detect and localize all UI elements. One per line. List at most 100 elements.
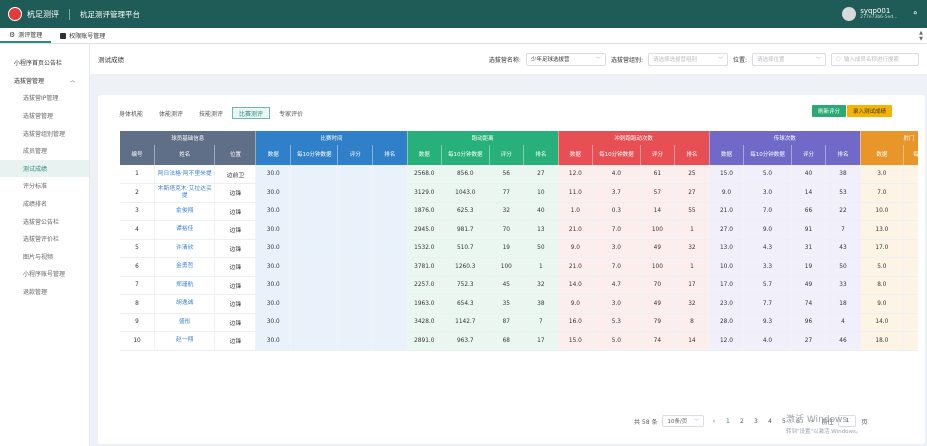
player-name-link[interactable]: 阿日法格·阿不里米提 xyxy=(154,165,216,184)
total-count: 共 58 条 xyxy=(634,418,658,426)
avatar[interactable] xyxy=(842,7,857,21)
sidebar-item-camp-groups[interactable]: 选拔营组别管理 xyxy=(0,124,89,142)
table-cell: 1 xyxy=(674,257,710,277)
player-name-link[interactable]: 盛彤 xyxy=(154,313,216,332)
group-header: 跑动距离 xyxy=(407,131,559,145)
tab-assessment[interactable]: ⚙ 测评管理 xyxy=(0,28,52,43)
sidebar-item-camp-ip[interactable]: 选拔营IP管理 xyxy=(0,89,89,107)
table-row[interactable]: 1 阿日法格·阿不里米提 边前卫 30.0 2568.0 856.0 56 27 12.0 4.0… xyxy=(120,165,918,184)
page-2-button[interactable]: 2 xyxy=(737,418,746,425)
table-cell xyxy=(372,183,408,203)
player-name-link[interactable]: 金勇哲 xyxy=(154,257,216,277)
table-cell: 7.0 xyxy=(860,183,904,203)
table-cell: 1 xyxy=(674,220,710,240)
table-cell xyxy=(372,239,408,258)
table-cell: 边锋 xyxy=(214,183,257,203)
position-select[interactable]: 请选择位置 ﹀ xyxy=(752,52,826,66)
refresh-score-button[interactable]: 刷新评分 xyxy=(812,105,847,117)
camp-select-value: 少年足球选拔营 xyxy=(530,57,570,63)
table-row[interactable]: 9 盛彤 边锋 30.0 3428.0 1142.7 87 7 16.0 5.3 79 8 28.0 9.… xyxy=(120,313,918,332)
table-cell: 10.0 xyxy=(709,257,745,277)
table-cell: 32 xyxy=(674,239,710,258)
player-name-link[interactable]: 俞俊翔 xyxy=(154,202,216,221)
sidebar-item-notice[interactable]: 小程序首页公告栏 xyxy=(0,54,89,72)
tab-label: 技能测评 xyxy=(199,110,224,118)
sidebar-item-camp-notice[interactable]: 选拔营公告栏 xyxy=(0,212,89,230)
sidebar-item-camp[interactable]: 选拔营管理 xyxy=(0,107,89,125)
tab-accounts[interactable]: 权限账号管理 xyxy=(51,28,114,43)
import-scores-button[interactable]: 录入测试成绩 xyxy=(847,105,893,117)
sidebar-item-label: 评分标准 xyxy=(23,183,48,191)
page-1-button[interactable]: 1 xyxy=(723,418,732,425)
table-cell: 1142.7 xyxy=(441,313,490,332)
table-row[interactable]: 5 许清欣 边锋 30.0 1532.0 510.7 19 50 9.0 3.0 49 32 13.0 4… xyxy=(120,239,918,258)
table-cell: 46 xyxy=(825,331,861,351)
table-row[interactable]: 10 赵一翔 边锋 30.0 2891.0 963.7 68 17 15.0 5.0 74 14 12.… xyxy=(120,331,918,351)
page-4-button[interactable]: 4 xyxy=(765,418,774,425)
sidebar-item-test-scores[interactable]: 测试成绩 xyxy=(0,159,89,178)
table-cell: 边锋 xyxy=(214,220,257,240)
table-cell: 边锋 xyxy=(214,202,257,221)
table-cell: 57 xyxy=(640,183,676,203)
prev-page-button[interactable]: ‹ xyxy=(709,418,718,425)
more-icon[interactable]: ⚬ xyxy=(911,9,919,19)
chevron-down-icon[interactable]: ▼ xyxy=(919,36,923,42)
user-menu[interactable]: syqp001 277e73b6-5ed... ⚬ xyxy=(842,7,919,21)
sidebar-item-scoring[interactable]: 评分标准 xyxy=(0,177,89,195)
table-row[interactable]: 2 木斯塔克木·艾拉达买提 边锋 30.0 3129.0 1043.0 77 10 11.0 3.… xyxy=(120,183,918,203)
sidebar-item-refunds[interactable]: 退款管理 xyxy=(0,283,89,301)
group-header: 传球次数 xyxy=(709,131,861,145)
search-input[interactable]: ○ 输入成员名称进行搜索 xyxy=(831,52,919,66)
player-name-link[interactable]: 许清欣 xyxy=(154,239,216,258)
camp-select[interactable]: 少年足球选拔营 ﹀ xyxy=(525,52,606,66)
tab-scroll[interactable]: ▲ ▼ xyxy=(915,28,927,43)
player-name-link[interactable]: 胡逸诚 xyxy=(154,294,216,314)
column-header: 数据 xyxy=(709,145,745,165)
table-cell: 45 xyxy=(489,276,525,295)
sidebar-item-camp-management[interactable]: 选拔营管理 ︿ xyxy=(0,72,89,90)
table-row[interactable]: 8 胡逸诚 边锋 30.0 1963.0 654.3 35 38 9.0 3.0 49 32 23.0 7… xyxy=(120,294,918,314)
table-cell xyxy=(372,257,408,277)
sidebar-item-ranking[interactable]: 成绩排名 xyxy=(0,195,89,213)
table-cell xyxy=(372,165,408,184)
player-name-link[interactable]: 郑瑾航 xyxy=(154,276,216,295)
table-cell xyxy=(290,276,339,295)
table-cell: 14.0 xyxy=(860,313,904,332)
player-name-link[interactable]: 赵一翔 xyxy=(154,331,216,351)
table-cell: 8 xyxy=(674,313,710,332)
sidebar-item-members[interactable]: 成员管理 xyxy=(0,142,89,160)
table-row[interactable]: 3 俞俊翔 边锋 30.0 1876.0 625.3 32 40 1.0 0.3 14 55 21.0 7… xyxy=(120,202,918,221)
table-row[interactable]: 7 郑瑾航 边锋 30.0 2257.0 752.3 45 32 14.0 4.7 70 17 17.0… xyxy=(120,276,918,295)
table-row[interactable]: 4 谭裕佳 边锋 30.0 2945.0 981.7 70 13 21.0 7.0 100 1 27.0… xyxy=(120,220,918,240)
page-3-button[interactable]: 3 xyxy=(751,418,760,425)
table-cell: 38 xyxy=(825,165,861,184)
tab-skills[interactable]: 技能测评 xyxy=(192,107,230,119)
sidebar-item-media[interactable]: 图片与视频 xyxy=(0,248,89,266)
group-select[interactable]: 请选择选拔营组别 ﹀ xyxy=(647,52,728,66)
table-cell: 38 xyxy=(523,294,559,314)
table-cell: 14.0 xyxy=(558,276,594,295)
table-cell: 3.3 xyxy=(903,202,918,221)
tab-fitness[interactable]: 体能测评 xyxy=(152,107,190,119)
tab-expert[interactable]: 专家评价 xyxy=(272,107,310,119)
group-header: 球员基础信息 xyxy=(120,131,257,145)
table-cell: 856.0 xyxy=(441,165,490,184)
table-cell: 4.0 xyxy=(592,165,641,184)
monitor-icon xyxy=(60,32,67,39)
tab-body-function[interactable]: 身体机能 xyxy=(112,107,150,119)
sidebar-item-label: 选拔营公告栏 xyxy=(23,218,60,226)
position-select-placeholder: 请选择位置 xyxy=(757,57,785,63)
table-cell: 2 xyxy=(120,183,156,203)
table-cell: 74 xyxy=(640,331,676,351)
tab-match[interactable]: 比赛测评 xyxy=(232,107,271,119)
column-header: 每10分钟数据 xyxy=(743,145,792,165)
table-row[interactable]: 6 金勇哲 边锋 30.0 3781.0 1260.3 100 1 21.0 7.0 100 1 10.… xyxy=(120,257,918,277)
page-size-select[interactable]: 10条/页 ﹀ xyxy=(662,415,705,427)
sidebar-item-camp-review[interactable]: 选拔营评价栏 xyxy=(0,230,89,248)
player-name-link[interactable]: 谭裕佳 xyxy=(154,220,216,240)
sidebar-item-label: 成绩排名 xyxy=(23,201,48,209)
sidebar-item-label: 图片与视频 xyxy=(23,253,54,261)
table-cell: 3.0 xyxy=(592,239,641,258)
sidebar-item-mp-accounts[interactable]: 小程序账号管理 xyxy=(0,265,89,283)
player-name-link[interactable]: 木斯塔克木·艾拉达买提 xyxy=(154,183,216,203)
